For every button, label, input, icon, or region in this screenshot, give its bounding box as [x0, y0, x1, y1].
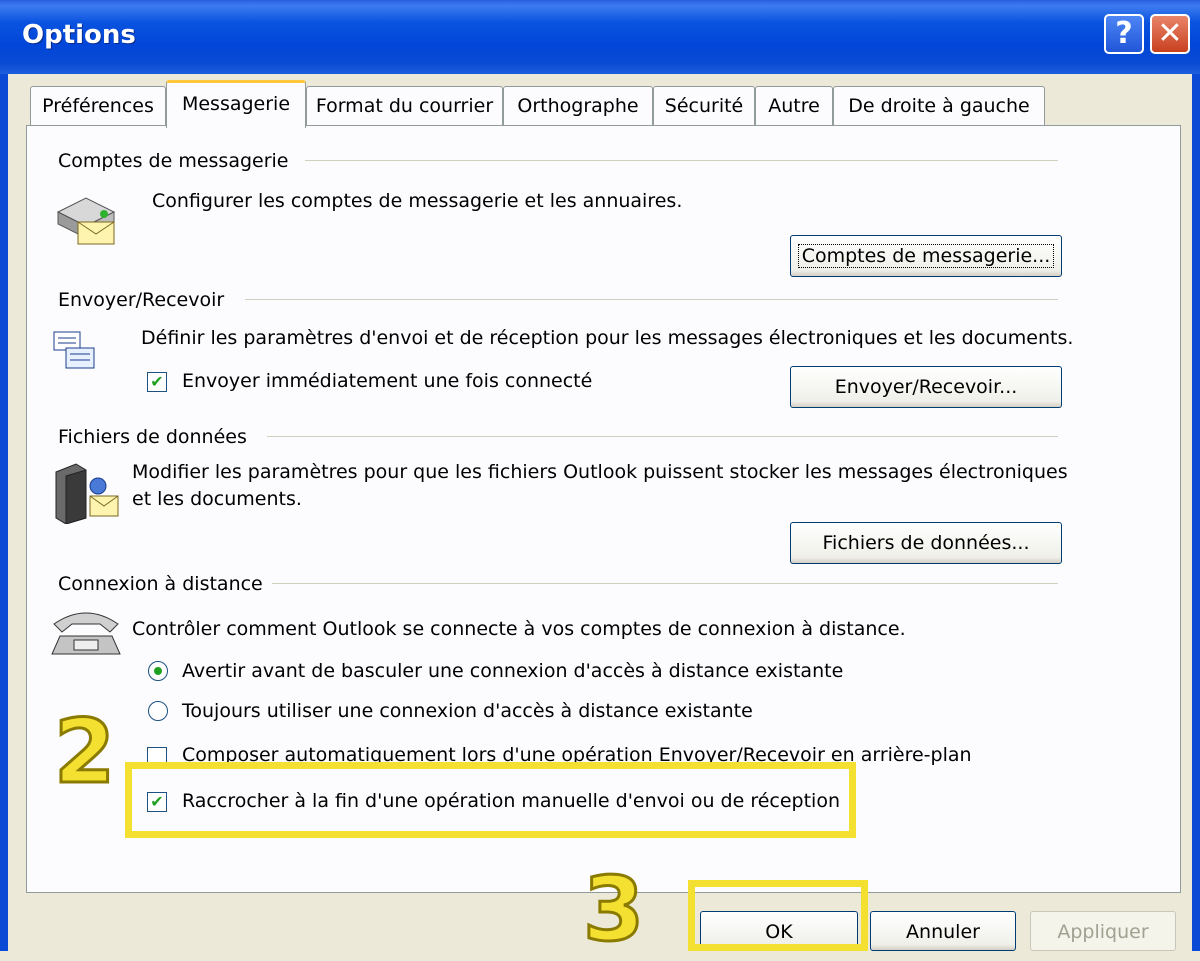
telephone-icon — [51, 612, 121, 655]
separator — [267, 436, 1058, 437]
step-number-3: 3 — [581, 857, 645, 961]
section-heading-data-files: Fichiers de données — [58, 426, 247, 448]
window-frame-left — [0, 74, 8, 951]
tab-messagerie[interactable]: Messagerie — [166, 80, 306, 128]
separator — [245, 299, 1058, 300]
data-files-description-line1: Modifier les paramètres pour que les fic… — [132, 461, 1068, 483]
data-files-icon — [55, 463, 119, 524]
mail-accounts-description: Configurer les comptes de messagerie et … — [152, 190, 683, 212]
always-use-existing-radio[interactable] — [148, 701, 168, 721]
tab-format-du-courrier[interactable]: Format du courrier — [306, 86, 503, 126]
tab-de-droite-a-gauche[interactable]: De droite à gauche — [833, 86, 1045, 126]
section-heading-dialup: Connexion à distance — [58, 573, 263, 595]
section-heading-mail-accounts: Comptes de messagerie — [58, 150, 289, 172]
always-use-existing-label: Toujours utiliser une connexion d'accès … — [182, 700, 753, 722]
mail-accounts-button-label: Comptes de messagerie... — [797, 244, 1055, 268]
tab-preferences[interactable]: Préférences — [30, 86, 166, 126]
send-receive-description: Définir les paramètres d'envoi et de réc… — [141, 327, 1074, 349]
section-heading-send-receive: Envoyer/Recevoir — [58, 289, 225, 311]
step-number-2: 2 — [52, 699, 116, 805]
tab-securite[interactable]: Sécurité — [653, 86, 755, 126]
apply-button[interactable]: Appliquer — [1030, 911, 1176, 951]
send-immediately-checkbox[interactable]: ✔ — [147, 372, 167, 392]
tab-orthographe[interactable]: Orthographe — [503, 86, 653, 126]
cancel-button[interactable]: Annuler — [870, 911, 1016, 951]
tab-autre[interactable]: Autre — [755, 86, 833, 126]
mail-accounts-icon — [56, 197, 116, 245]
data-files-description-line2: et les documents. — [132, 488, 302, 510]
title-bar[interactable]: Options ? ✕ — [0, 0, 1200, 74]
dialup-description: Contrôler comment Outlook se connecte à … — [132, 618, 906, 640]
separator — [305, 160, 1058, 161]
separator — [272, 583, 1058, 584]
data-files-button[interactable]: Fichiers de données... — [790, 522, 1062, 564]
help-button[interactable]: ? — [1104, 14, 1144, 54]
send-immediately-label: Envoyer immédiatement une fois connecté — [182, 370, 593, 392]
options-dialog: Options ? ✕ Préférences Messagerie Forma… — [0, 0, 1200, 961]
send-receive-icon — [53, 331, 95, 369]
warn-before-switching-label: Avertir avant de basculer une connexion … — [182, 660, 844, 682]
send-receive-button[interactable]: Envoyer/Recevoir... — [790, 366, 1062, 408]
window-frame-right — [1192, 74, 1200, 951]
mail-accounts-button[interactable]: Comptes de messagerie... — [790, 235, 1062, 277]
highlight-box-ok — [688, 880, 868, 951]
warn-before-switching-radio[interactable] — [148, 661, 168, 681]
close-button[interactable]: ✕ — [1150, 14, 1190, 54]
window-title: Options — [22, 20, 136, 50]
highlight-box-hang-up — [125, 762, 856, 838]
